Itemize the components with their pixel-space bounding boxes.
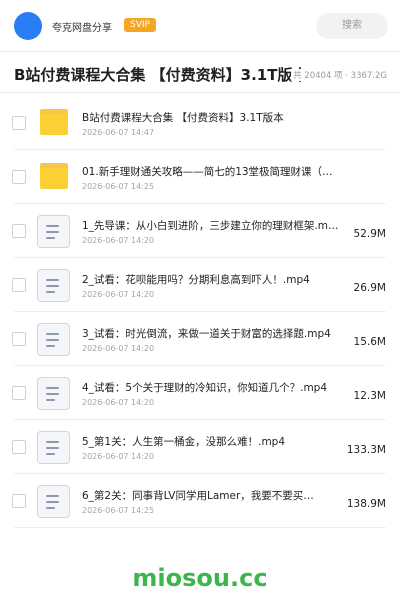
folder-row[interactable]: 01.新手理财通关攻略——简七的13堂极简理财课（… 2026-06-07 14:…	[0, 150, 400, 204]
file-date: 2026-06-07 14:25	[82, 182, 155, 191]
row-checkbox[interactable]	[12, 224, 26, 238]
file-date: 2026-06-07 14:47	[82, 128, 155, 137]
row-checkbox[interactable]	[12, 440, 26, 454]
document-icon	[37, 269, 70, 302]
avatar[interactable]	[14, 12, 42, 40]
row-checkbox[interactable]	[12, 116, 26, 130]
file-row[interactable]: 6_第2关：同事背LV同学用Lamer，我要不要买… 2026-06-07 14:…	[0, 474, 400, 528]
document-icon	[37, 323, 70, 356]
file-list: B站付费课程大合集 【付费资料】3.1T版本 2026-06-07 14:47 01…	[0, 96, 400, 528]
folder-icon	[40, 163, 68, 189]
row-checkbox[interactable]	[12, 170, 26, 184]
folder-row[interactable]: B站付费课程大合集 【付费资料】3.1T版本 2026-06-07 14:47	[0, 96, 400, 150]
watermark-text: miosou.cc	[132, 564, 268, 592]
file-name: 3_试看：时光倒流，来做一道关于财富的选择题.mp4	[82, 328, 331, 340]
file-row[interactable]: 3_试看：时光倒流，来做一道关于财富的选择题.mp4 2026-06-07 14:…	[0, 312, 400, 366]
document-icon	[37, 377, 70, 410]
header: 夸克网盘分享 SVIP 搜索	[0, 0, 400, 52]
file-size: 12.3M	[353, 390, 386, 402]
file-date: 2026-06-07 14:20	[82, 452, 155, 461]
file-size: 52.9M	[353, 228, 386, 240]
document-icon	[37, 215, 70, 248]
row-checkbox[interactable]	[12, 494, 26, 508]
row-checkbox[interactable]	[12, 386, 26, 400]
file-row[interactable]: 1_先导课：从小白到进阶，三步建立你的理财框架.m… 2026-06-07 14:…	[0, 204, 400, 258]
item-count-and-size: 共 20404 项 · 3367.2G	[291, 69, 387, 81]
search-input[interactable]: 搜索	[316, 13, 388, 39]
folder-icon	[40, 109, 68, 135]
file-date: 2026-06-07 14:20	[82, 290, 155, 299]
share-title: 夸克网盘分享	[52, 23, 112, 34]
file-row[interactable]: 2_试看：花呗能用吗？分期利息高到吓人！.mp4 2026-06-07 14:20…	[0, 258, 400, 312]
file-row[interactable]: 4_试看：5个关于理财的冷知识，你知道几个？.mp4 2026-06-07 14:…	[0, 366, 400, 420]
file-size: 138.9M	[346, 498, 386, 510]
file-size: 26.9M	[353, 282, 386, 294]
file-date: 2026-06-07 14:20	[82, 236, 155, 245]
file-name: 2_试看：花呗能用吗？分期利息高到吓人！.mp4	[82, 274, 310, 286]
file-date: 2026-06-07 14:25	[82, 506, 155, 515]
document-icon	[37, 485, 70, 518]
divider	[0, 92, 400, 93]
file-name: B站付费课程大合集 【付费资料】3.1T版本	[82, 112, 284, 124]
row-checkbox[interactable]	[12, 278, 26, 292]
file-name: 1_先导课：从小白到进阶，三步建立你的理财框架.m…	[82, 220, 339, 232]
row-checkbox[interactable]	[12, 332, 26, 346]
svip-badge: SVIP	[124, 18, 156, 32]
file-name: 4_试看：5个关于理财的冷知识，你知道几个？.mp4	[82, 382, 328, 394]
file-name: 5_第1关：人生第一桶金，没那么难！.mp4	[82, 436, 286, 448]
file-row[interactable]: 5_第1关：人生第一桶金，没那么难！.mp4 2026-06-07 14:20 13…	[0, 420, 400, 474]
file-name: 6_第2关：同事背LV同学用Lamer，我要不要买…	[82, 490, 314, 502]
document-icon	[37, 431, 70, 464]
file-date: 2026-06-07 14:20	[82, 398, 155, 407]
file-date: 2026-06-07 14:20	[82, 344, 155, 353]
file-name: 01.新手理财通关攻略——简七的13堂极简理财课（…	[82, 166, 333, 178]
file-size: 133.3M	[346, 444, 386, 456]
page-title: B站付费课程大合集 【付费资料】3.1T版本	[14, 66, 308, 84]
file-size: 15.6M	[353, 336, 386, 348]
